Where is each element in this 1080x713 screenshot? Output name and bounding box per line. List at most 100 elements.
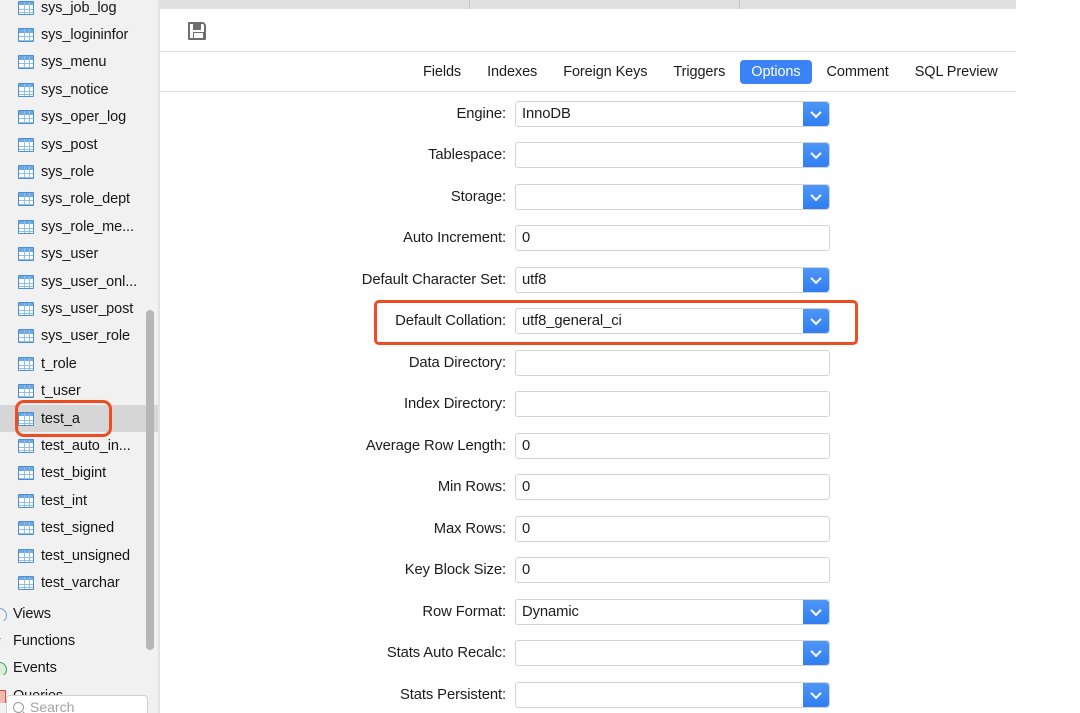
table-icon bbox=[18, 28, 34, 43]
table-icon bbox=[18, 384, 34, 399]
option-select[interactable] bbox=[515, 681, 830, 708]
sidebar-table-item[interactable]: test_int bbox=[0, 487, 160, 514]
sidebar-table-item[interactable]: test_bigint bbox=[0, 460, 160, 487]
table-designer-panel: Fields Indexes Foreign Keys Triggers Options… bbox=[160, 0, 1016, 713]
object-category-list: ViewsFunctionsEventsQueries bbox=[0, 600, 160, 710]
chevron-down-icon[interactable] bbox=[803, 682, 829, 707]
sidebar-table-item[interactable]: sys_user_onl... bbox=[0, 268, 160, 295]
option-label: Max Rows: bbox=[433, 520, 506, 537]
chevron-down-icon[interactable] bbox=[803, 641, 829, 666]
sidebar-table-item[interactable]: t_role bbox=[0, 350, 160, 377]
option-value: 0 bbox=[522, 520, 531, 537]
chevron-down-icon[interactable] bbox=[803, 599, 829, 624]
option-value: 0 bbox=[522, 437, 531, 454]
option-value: InnoDB bbox=[522, 105, 571, 122]
chevron-down-icon[interactable] bbox=[803, 309, 829, 334]
sidebar-table-item[interactable]: sys_menu bbox=[0, 49, 160, 76]
sidebar-table-item[interactable]: sys_role_dept bbox=[0, 186, 160, 213]
sidebar-table-label: sys_role bbox=[41, 164, 95, 181]
option-select[interactable] bbox=[515, 640, 830, 667]
option-select[interactable]: utf8 bbox=[515, 266, 830, 293]
chevron-down-icon[interactable] bbox=[803, 184, 829, 209]
option-row: Default Character Set: utf8 bbox=[160, 259, 1016, 301]
option-row: Row Format: Dynamic bbox=[160, 591, 1016, 633]
sidebar-scrollbar-thumb[interactable] bbox=[146, 310, 154, 650]
sidebar-table-label: test_a bbox=[41, 410, 80, 427]
sidebar-table-label: test_unsigned bbox=[41, 547, 130, 564]
option-input[interactable]: 0 bbox=[515, 557, 830, 584]
option-select[interactable]: InnoDB bbox=[515, 100, 830, 127]
window-tab-3[interactable] bbox=[740, 0, 1015, 9]
option-row: Auto Increment: 0 bbox=[160, 218, 1016, 260]
option-row: Default Collation: utf8_general_ci bbox=[160, 301, 1016, 343]
table-icon bbox=[18, 548, 34, 563]
table-icon bbox=[18, 219, 34, 234]
sidebar-table-item[interactable]: sys_notice bbox=[0, 76, 160, 103]
sidebar-category-item[interactable]: Functions bbox=[0, 627, 160, 654]
sidebar-table-item[interactable]: test_a bbox=[0, 404, 160, 433]
option-label: Default Character Set: bbox=[361, 271, 506, 288]
option-select[interactable]: Dynamic bbox=[515, 598, 830, 625]
table-icon bbox=[18, 575, 34, 590]
table-icon bbox=[18, 192, 34, 207]
sidebar-table-item[interactable]: sys_role bbox=[0, 158, 160, 185]
sidebar-table-item[interactable]: test_varchar bbox=[0, 569, 160, 596]
designer-tab-sql-preview[interactable]: SQL Preview bbox=[904, 60, 1009, 84]
option-row: Stats Auto Recalc: bbox=[160, 633, 1016, 675]
option-label: Default Collation: bbox=[395, 313, 506, 330]
save-button[interactable] bbox=[184, 18, 210, 44]
sidebar-table-item[interactable]: t_user bbox=[0, 377, 160, 404]
option-label: Auto Increment: bbox=[403, 230, 506, 247]
designer-tab-foreign-keys[interactable]: Foreign Keys bbox=[552, 60, 658, 84]
designer-tab-indexes[interactable]: Indexes bbox=[476, 60, 548, 84]
sidebar-table-item[interactable]: test_auto_in... bbox=[0, 432, 160, 459]
designer-tab-fields[interactable]: Fields bbox=[412, 60, 472, 84]
option-select[interactable] bbox=[515, 142, 830, 169]
chevron-down-icon[interactable] bbox=[803, 101, 829, 126]
sidebar-table-label: test_int bbox=[41, 492, 87, 509]
option-input[interactable]: 0 bbox=[515, 432, 830, 459]
window-tab-1[interactable] bbox=[160, 0, 470, 9]
option-label: Stats Auto Recalc: bbox=[386, 645, 506, 662]
sidebar-category-item[interactable]: Events bbox=[0, 655, 160, 682]
chevron-down-icon[interactable] bbox=[803, 267, 829, 292]
sidebar-table-item[interactable]: sys_role_me... bbox=[0, 213, 160, 240]
option-input[interactable]: 0 bbox=[515, 474, 830, 501]
sidebar-table-label: sys_user bbox=[41, 246, 99, 263]
sidebar-table-label: test_signed bbox=[41, 520, 115, 537]
sidebar-table-item[interactable]: sys_logininfor bbox=[0, 21, 160, 48]
designer-tab-triggers[interactable]: Triggers bbox=[662, 60, 736, 84]
window-tab-2[interactable] bbox=[470, 0, 740, 9]
option-label: Key Block Size: bbox=[404, 562, 506, 579]
designer-tab-comment[interactable]: Comment bbox=[816, 60, 900, 84]
sidebar-table-item[interactable]: sys_user bbox=[0, 241, 160, 268]
option-row: Max Rows: 0 bbox=[160, 508, 1016, 550]
option-label: Row Format: bbox=[422, 603, 506, 620]
sidebar-table-item[interactable]: sys_user_post bbox=[0, 295, 160, 322]
option-input[interactable] bbox=[515, 349, 830, 376]
option-input[interactable]: 0 bbox=[515, 515, 830, 542]
option-value: utf8_general_ci bbox=[522, 313, 622, 330]
sidebar-table-item[interactable]: sys_post bbox=[0, 131, 160, 158]
option-input[interactable] bbox=[515, 391, 830, 418]
table-icon bbox=[18, 274, 34, 289]
option-select[interactable]: utf8_general_ci bbox=[515, 308, 830, 335]
sidebar-table-item[interactable]: sys_oper_log bbox=[0, 104, 160, 131]
table-icon bbox=[18, 329, 34, 344]
sidebar-category-label: Functions bbox=[13, 633, 75, 650]
sidebar-table-item[interactable]: sys_job_log bbox=[0, 0, 160, 21]
sidebar-table-item[interactable]: test_unsigned bbox=[0, 542, 160, 569]
option-select[interactable] bbox=[515, 183, 830, 210]
option-row: Data Directory: bbox=[160, 342, 1016, 384]
designer-tab-options[interactable]: Options bbox=[740, 59, 812, 84]
option-input[interactable]: 0 bbox=[515, 225, 830, 252]
sidebar-search-input[interactable]: Search bbox=[6, 695, 148, 713]
sidebar-table-item[interactable]: sys_user_role bbox=[0, 323, 160, 350]
sidebar-table-item[interactable]: test_signed bbox=[0, 514, 160, 541]
chevron-down-icon[interactable] bbox=[803, 143, 829, 168]
window-tab-strip[interactable] bbox=[160, 0, 1016, 9]
table-icon bbox=[18, 521, 34, 536]
table-icon bbox=[18, 110, 34, 125]
sidebar-category-item[interactable]: Views bbox=[0, 600, 160, 627]
options-form: Engine: InnoDB Tablespace: Storage: Auto Inc… bbox=[160, 93, 1016, 713]
